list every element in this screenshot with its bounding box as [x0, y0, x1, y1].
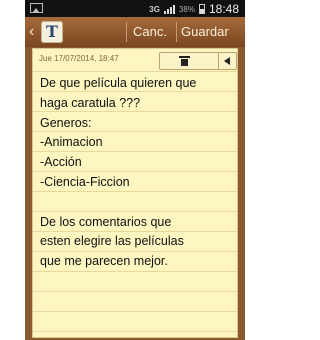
- image-icon: [30, 3, 43, 13]
- cancel-button[interactable]: Canc.: [133, 17, 167, 47]
- signal-icon: [163, 4, 175, 14]
- note-line: que me parecen mejor.: [40, 254, 168, 269]
- note-line: -Acción: [40, 155, 82, 170]
- collapse-button[interactable]: [219, 53, 236, 69]
- note-line: [40, 193, 235, 213]
- action-divider: [126, 22, 127, 42]
- delete-button[interactable]: [160, 53, 218, 69]
- note-paper[interactable]: Jue 17/07/2014, 18:47 De que película qu…: [33, 49, 237, 337]
- trash-icon: [179, 56, 190, 66]
- note-line: esten elegire las películas: [40, 234, 184, 249]
- note-line: haga caratula ???: [40, 95, 141, 110]
- triangle-left-icon: [224, 57, 230, 65]
- battery-icon: [198, 4, 205, 14]
- note-line: De que película quieren que: [40, 76, 197, 90]
- save-button[interactable]: Guardar: [181, 17, 229, 47]
- note-body[interactable]: De que película quieren que haga caratul…: [40, 74, 235, 272]
- battery-percent: 38%: [178, 4, 195, 14]
- status-bar: 3G 38% 18:48: [25, 0, 245, 17]
- action-bar: ‹ T Canc. Guardar: [25, 17, 245, 48]
- back-chevron-icon[interactable]: ‹: [29, 23, 34, 41]
- note-line: -Ciencia-Ficcion: [40, 174, 130, 189]
- note-date: Jue 17/07/2014, 18:47: [39, 54, 119, 63]
- note-line: De los comentarios que: [40, 214, 172, 229]
- app-logo-icon[interactable]: T: [41, 21, 63, 43]
- note-toolbar: [159, 52, 237, 70]
- clock: 18:48: [208, 2, 239, 16]
- note-line: -Animacion: [40, 135, 103, 150]
- action-divider: [176, 22, 177, 42]
- status-indicators: 3G 38% 18:48: [149, 2, 239, 16]
- app-frame: 3G 38% 18:48 ‹ T Canc. Guardar Jue 17/07…: [25, 0, 245, 340]
- network-type-label: 3G: [149, 4, 160, 14]
- note-line: Generos:: [40, 115, 92, 130]
